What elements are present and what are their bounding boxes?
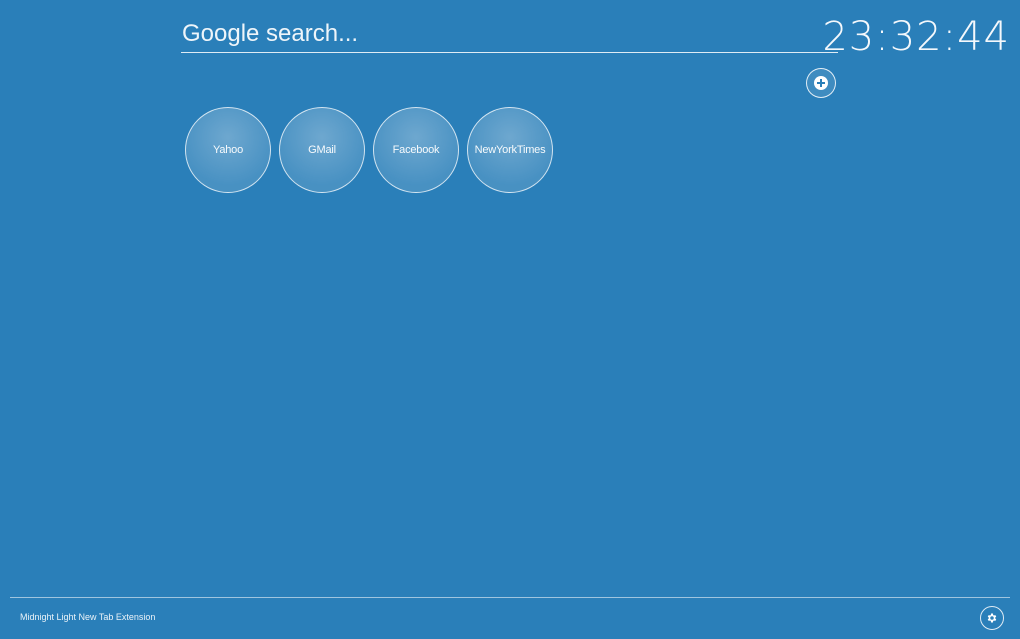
shortcut-label: NewYorkTimes — [474, 144, 546, 156]
shortcut-list: Yahoo GMail Facebook NewYorkTimes — [185, 107, 553, 193]
search-input[interactable] — [181, 18, 839, 50]
settings-button[interactable] — [980, 606, 1004, 630]
plus-icon — [814, 76, 828, 90]
search-bar — [181, 18, 839, 53]
shortcut-gmail[interactable]: GMail — [279, 107, 365, 193]
shortcut-newyorktimes[interactable]: NewYorkTimes — [467, 107, 553, 193]
add-shortcut-button[interactable] — [806, 68, 836, 98]
shortcut-label: GMail — [308, 144, 336, 156]
footer: Midnight Light New Tab Extension — [10, 597, 1010, 639]
shortcut-yahoo[interactable]: Yahoo — [185, 107, 271, 193]
shortcut-label: Facebook — [392, 144, 440, 156]
shortcut-label: Yahoo — [213, 144, 243, 156]
gear-icon — [987, 613, 997, 623]
shortcut-facebook[interactable]: Facebook — [373, 107, 459, 193]
footer-text: Midnight Light New Tab Extension — [20, 612, 156, 622]
clock: 23:32:44 — [822, 14, 1010, 60]
